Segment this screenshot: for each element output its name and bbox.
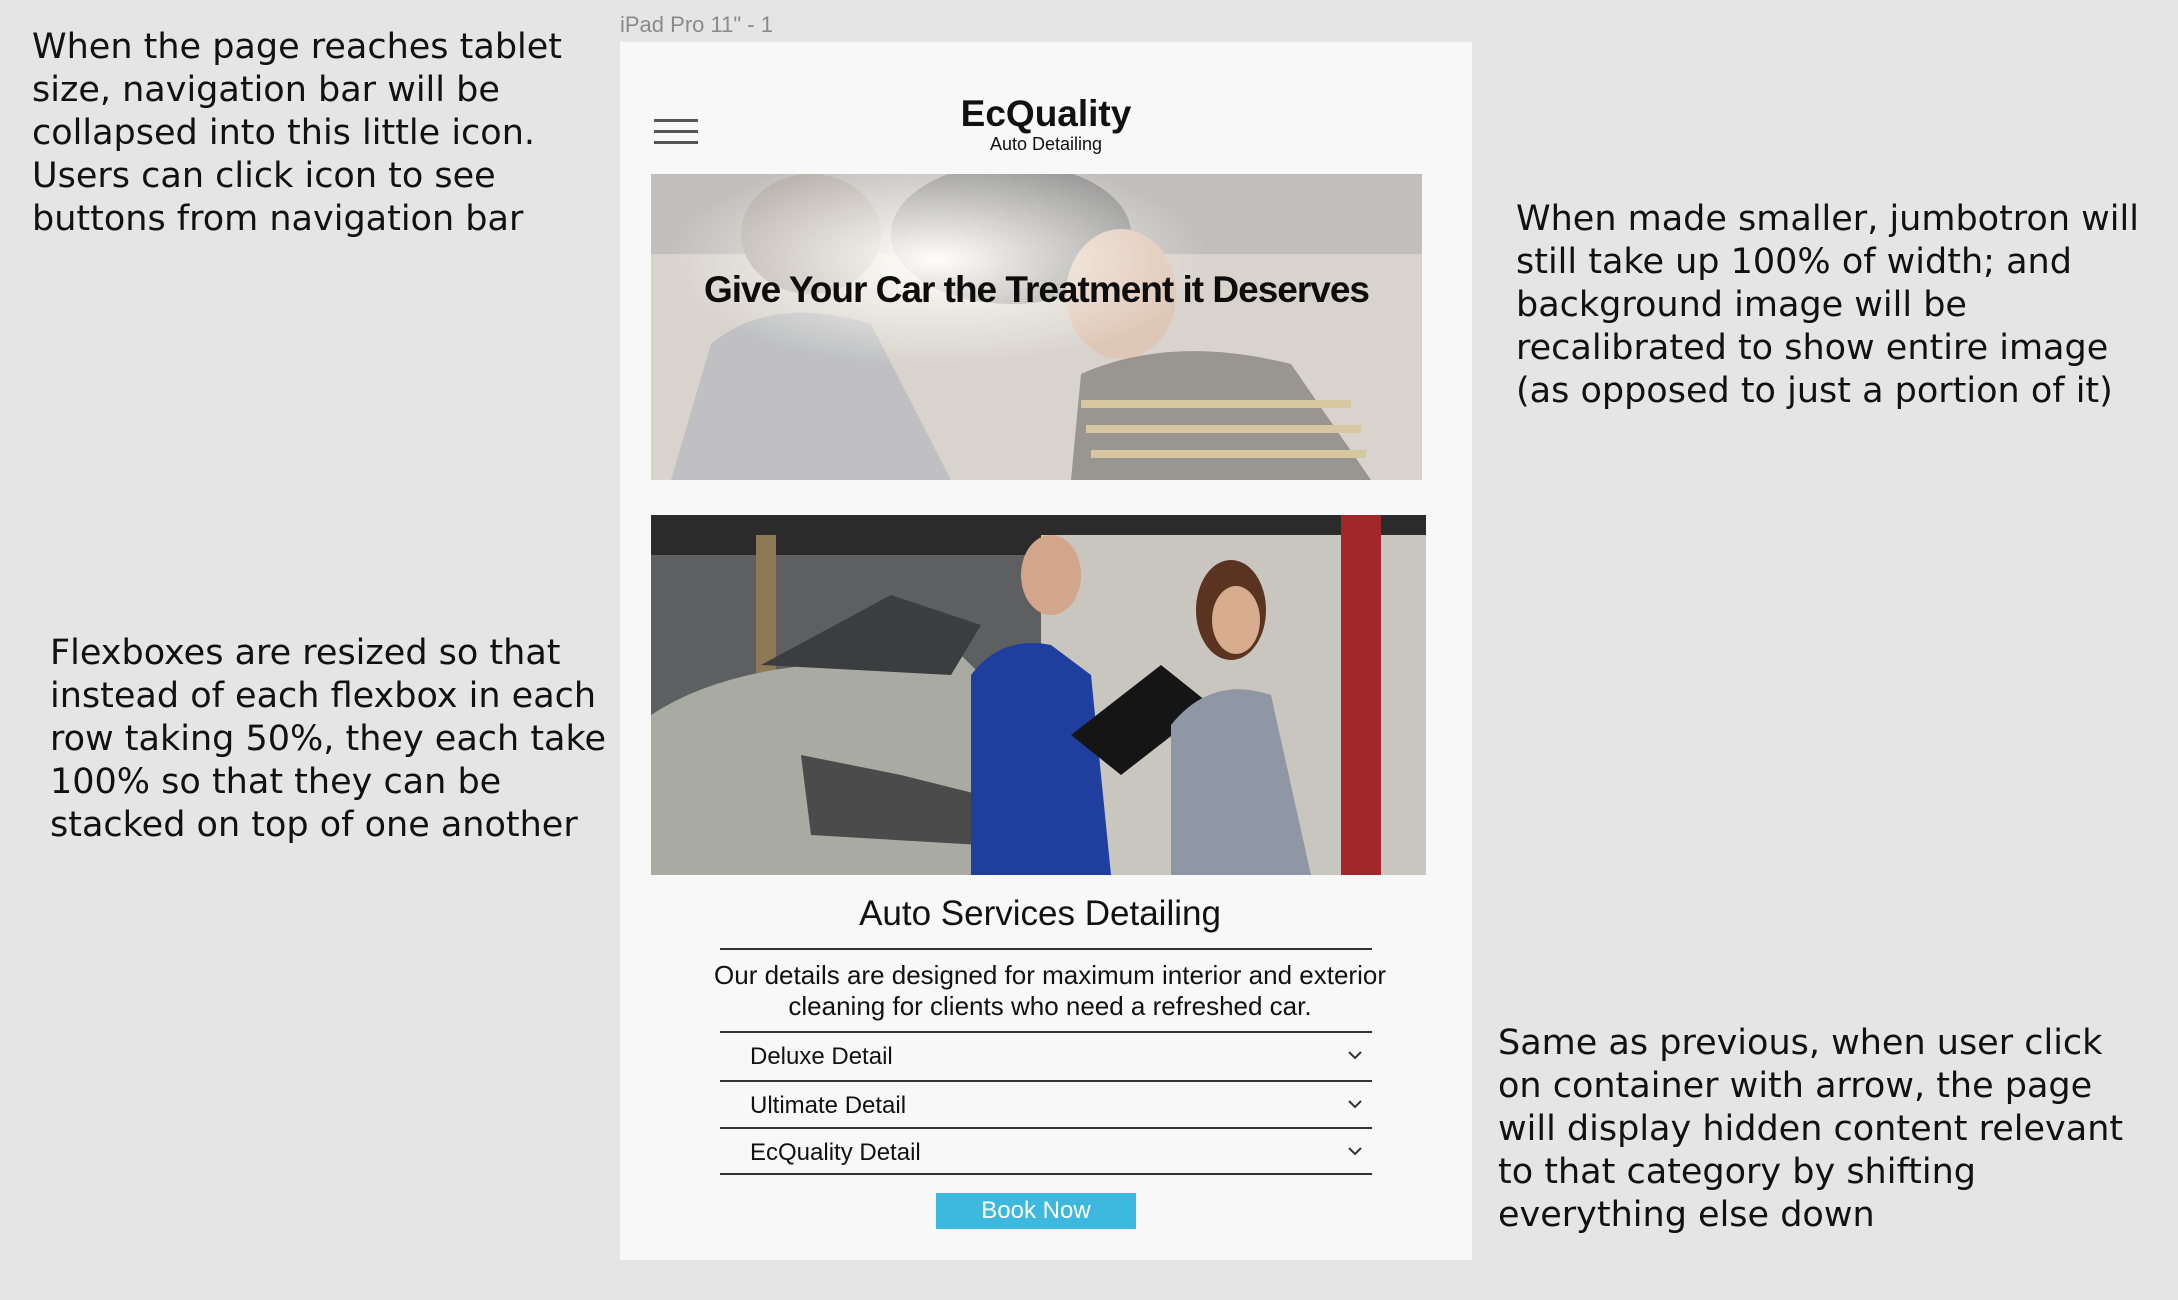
brand-subtitle: Auto Detailing (989, 134, 1103, 154)
accordion-label: Ultimate Detail (750, 1092, 907, 1119)
annotation-navigation: When the page reaches tablet size, navig… (32, 27, 563, 239)
book-now-button[interactable]: Book Now (936, 1193, 1136, 1229)
chevron-down-icon (1348, 1051, 1362, 1060)
divider (720, 1080, 1372, 1082)
annotation-accordion: Same as previous, when user click on con… (1498, 1023, 2124, 1235)
accordion-label: EcQuality Detail (750, 1139, 921, 1166)
divider (720, 1173, 1372, 1175)
mechanic-customer-photo (651, 515, 1426, 875)
annotation-flexbox: Flexboxes are resized so that instead of… (50, 633, 607, 845)
chevron-down-icon (1348, 1100, 1362, 1109)
services-description: Our details are designed for maximum int… (714, 960, 1386, 1021)
brand-name: EcQuality (960, 93, 1132, 134)
accordion-item-deluxe-detail[interactable]: Deluxe Detail (720, 1034, 1372, 1080)
jumbotron: Give Your Car the Treatment it Deserves (651, 174, 1422, 480)
jumbotron-overlay (651, 174, 1422, 480)
artboard-label: iPad Pro 11" - 1 (620, 12, 773, 37)
tablet-artboard: EcQuality Auto Detailing Give Your Car t… (620, 42, 1472, 1260)
services-title: Auto Services Detailing (859, 894, 1221, 933)
chevron-down-icon (1348, 1147, 1362, 1156)
divider (720, 948, 1372, 950)
divider (720, 1127, 1372, 1129)
jumbotron-title: Give Your Car the Treatment it Deserves (704, 269, 1370, 310)
accordion-label: Deluxe Detail (750, 1043, 893, 1070)
accordion-item-ecquality-detail[interactable]: EcQuality Detail (720, 1130, 1372, 1176)
accordion-item-ultimate-detail[interactable]: Ultimate Detail (720, 1083, 1372, 1129)
annotation-jumbotron: When made smaller, jumbotron will still … (1516, 199, 2139, 411)
services-photo (651, 515, 1426, 875)
divider (720, 1031, 1372, 1033)
design-canvas: When the page reaches tablet size, navig… (0, 0, 2178, 1300)
